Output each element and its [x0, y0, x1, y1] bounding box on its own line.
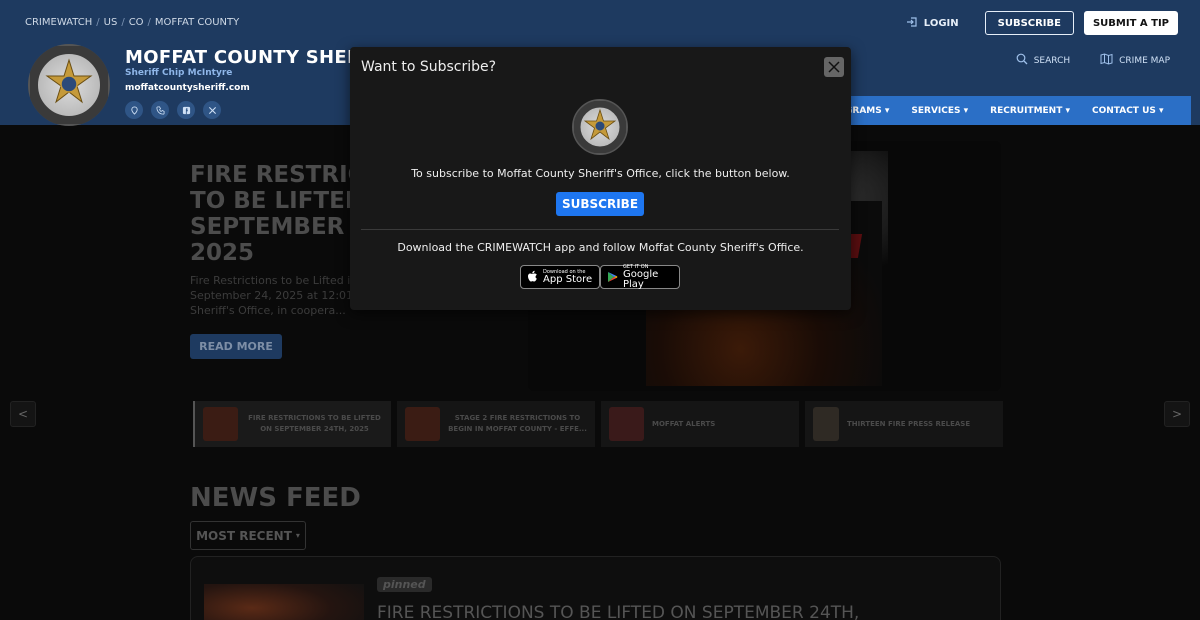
carousel-item-title: STAGE 2 FIRE RESTRICTIONS TO BEGIN IN MO… — [448, 414, 587, 433]
carousel-item[interactable]: STAGE 2 FIRE RESTRICTIONS TO BEGIN IN MO… — [397, 401, 595, 447]
modal-divider — [361, 229, 839, 230]
sheriff-name: Sheriff Chip McIntyre — [125, 68, 233, 78]
carousel-thumb-image — [813, 407, 839, 441]
carousel-next-button[interactable]: > — [1164, 401, 1190, 427]
map-icon — [1100, 53, 1113, 68]
phone-icon[interactable] — [151, 101, 169, 119]
carousel-item-title: THIRTEEN FIRE PRESS RELEASE — [847, 419, 971, 428]
social-icons — [125, 101, 221, 119]
carousel-item-title: MOFFAT ALERTS — [652, 419, 716, 428]
carousel-thumb-image — [405, 407, 440, 441]
carousel-prev-button[interactable]: < — [10, 401, 36, 427]
app-store-button[interactable]: Download on the App Store — [520, 265, 600, 289]
sort-dropdown[interactable]: MOST RECENT ▾ — [190, 521, 306, 550]
login-icon — [906, 16, 918, 31]
news-card-title[interactable]: FIRE RESTRICTIONS TO BE LIFTED ON SEPTEM… — [377, 603, 859, 620]
close-icon — [828, 58, 840, 77]
nav-item-contact-us[interactable]: CONTACT US ▾ — [1092, 106, 1164, 116]
news-feed-heading: NEWS FEED — [190, 483, 361, 513]
nav-item-services[interactable]: SERVICES ▾ — [911, 106, 968, 116]
submit-tip-button[interactable]: SUBMIT A TIP — [1083, 11, 1178, 35]
login-label: LOGIN — [923, 17, 959, 29]
caret-down-icon: ▾ — [295, 531, 300, 540]
pinned-badge: pinned — [377, 577, 432, 592]
top-actions: LOGIN SUBSCRIBE SUBMIT A TIP — [906, 11, 1178, 35]
search-link[interactable]: SEARCH — [1016, 53, 1070, 68]
chevron-right-icon: > — [1171, 407, 1183, 421]
crime-map-label: CRIME MAP — [1119, 55, 1170, 66]
carousel-item[interactable]: MOFFAT ALERTS — [601, 401, 799, 447]
location-icon[interactable] — [125, 101, 143, 119]
google-play-large-text: Google Play — [623, 269, 659, 290]
login-link[interactable]: LOGIN — [906, 16, 959, 31]
nav-item-recruitment[interactable]: RECRUITMENT ▾ — [990, 106, 1070, 116]
search-icon — [1016, 53, 1028, 68]
x-twitter-icon[interactable] — [203, 101, 221, 119]
site-url[interactable]: moffatcountysheriff.com — [125, 83, 250, 93]
main-nav: GRAMS ▾ SERVICES ▾ RECRUITMENT ▾ CONTACT… — [820, 96, 1191, 125]
breadcrumb-crimewatch[interactable]: CRIMEWATCH — [25, 17, 92, 28]
sheriff-badge-logo[interactable] — [28, 44, 110, 126]
carousel-thumb-image — [203, 407, 238, 441]
breadcrumb-co[interactable]: CO — [129, 17, 144, 28]
sort-label: MOST RECENT — [196, 528, 292, 543]
google-play-button[interactable]: GET IT ON Google Play — [600, 264, 680, 290]
read-more-button[interactable]: READ MORE — [190, 334, 282, 359]
news-card-image — [204, 584, 364, 620]
chevron-left-icon: < — [17, 407, 29, 421]
carousel-item[interactable]: THIRTEEN FIRE PRESS RELEASE — [805, 401, 1003, 447]
app-store-large-text: App Store — [543, 274, 593, 285]
nav-item-programs[interactable]: GRAMS ▾ — [845, 106, 889, 116]
modal-close-button[interactable] — [824, 57, 844, 77]
header-tools: SEARCH CRIME MAP — [1016, 53, 1170, 68]
carousel-thumb-image — [609, 407, 644, 441]
search-label: SEARCH — [1033, 55, 1071, 66]
modal-title: Want to Subscribe? — [361, 59, 497, 75]
modal-subscribe-button[interactable]: SUBSCRIBE — [556, 192, 644, 216]
facebook-icon[interactable] — [177, 101, 195, 119]
crime-map-link[interactable]: CRIME MAP — [1100, 53, 1170, 68]
news-card[interactable]: pinned FIRE RESTRICTIONS TO BE LIFTED ON… — [190, 556, 1001, 620]
carousel-thumbnails: FIRE RESTRICTIONS TO BE LIFTED ON SEPTEM… — [193, 401, 1003, 447]
breadcrumb-moffat-county[interactable]: MOFFAT COUNTY — [155, 17, 239, 28]
apple-icon — [527, 268, 538, 287]
modal-sheriff-badge — [572, 99, 628, 155]
modal-app-text: Download the CRIMEWATCH app and follow M… — [397, 241, 804, 254]
subscribe-button[interactable]: SUBSCRIBE — [984, 11, 1074, 35]
breadcrumb-us[interactable]: US — [104, 17, 118, 28]
subscribe-modal: Want to Subscribe? To subscribe to Moffa… — [350, 47, 851, 310]
google-play-icon — [607, 268, 618, 287]
breadcrumb: CRIMEWATCH / US / CO / MOFFAT COUNTY — [25, 17, 240, 28]
carousel-item-title: FIRE RESTRICTIONS TO BE LIFTED ON SEPTEM… — [248, 414, 381, 433]
modal-subscribe-text: To subscribe to Moffat County Sheriff's … — [411, 167, 790, 180]
carousel-item[interactable]: FIRE RESTRICTIONS TO BE LIFTED ON SEPTEM… — [193, 401, 391, 447]
